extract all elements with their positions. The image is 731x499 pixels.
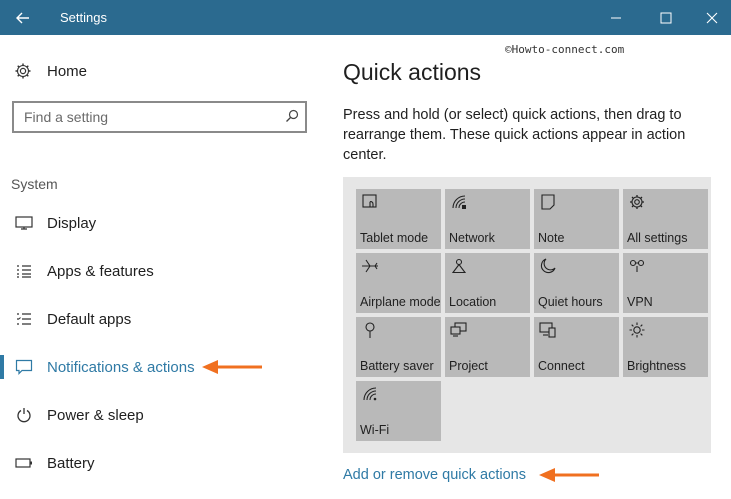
annotation-arrow — [202, 360, 262, 374]
quick-action-tile-network[interactable]: Network — [445, 189, 530, 249]
project-icon — [450, 322, 467, 337]
tile-label: Note — [538, 231, 565, 245]
tile-label: Connect — [538, 359, 585, 373]
search-box[interactable] — [12, 101, 307, 133]
gear-icon — [630, 195, 644, 209]
home-link[interactable]: Home — [14, 62, 87, 80]
battery-saver-icon — [365, 322, 375, 338]
quick-action-tile-project[interactable]: Project — [445, 317, 530, 377]
tile-label: VPN — [627, 295, 653, 309]
tile-label: Location — [449, 295, 497, 309]
quick-action-tile-location[interactable]: Location — [445, 253, 530, 313]
monitor-icon — [14, 215, 34, 231]
brightness-icon — [629, 322, 645, 338]
vpn-icon — [629, 259, 645, 272]
quick-actions-panel: Tablet mode Network Note All settings Ai… — [343, 177, 711, 453]
tile-label: Project — [449, 359, 488, 373]
network-icon — [452, 195, 466, 209]
quick-action-tile-vpn[interactable]: VPN — [623, 253, 708, 313]
minimize-icon — [611, 17, 621, 18]
tile-label: Battery saver — [360, 359, 434, 373]
location-icon — [451, 258, 467, 274]
sidebar-item-battery[interactable]: Battery — [0, 443, 320, 483]
search-input[interactable] — [14, 103, 269, 131]
tile-label: Brightness — [627, 359, 687, 373]
moon-icon — [540, 258, 556, 274]
sidebar-item-label: Display — [47, 214, 97, 232]
battery-icon — [14, 457, 34, 469]
minimize-button[interactable] — [593, 0, 639, 35]
close-icon — [706, 12, 718, 23]
quick-action-tile-airplane-mode[interactable]: Airplane mode — [356, 253, 441, 313]
add-remove-quick-actions-link[interactable]: Add or remove quick actions — [343, 467, 526, 483]
main-content: Quick actions Press and hold (or select)… — [343, 35, 731, 499]
sidebar-item-apps-features[interactable]: Apps & features — [0, 251, 320, 291]
airplane-icon — [362, 259, 378, 273]
back-arrow-icon — [16, 12, 29, 23]
quick-action-tile-wifi[interactable]: Wi-Fi — [356, 381, 441, 441]
maximize-icon — [660, 12, 672, 23]
annotation-arrow — [539, 468, 599, 482]
tile-label: Tablet mode — [360, 231, 429, 245]
sidebar-item-default-apps[interactable]: Default apps — [0, 299, 320, 339]
connect-icon — [539, 322, 556, 338]
active-indicator — [0, 355, 4, 379]
list-icon — [14, 263, 34, 279]
close-button[interactable] — [689, 0, 731, 35]
quick-action-tile-note[interactable]: Note — [534, 189, 619, 249]
power-icon — [14, 407, 34, 423]
quick-action-tile-all-settings[interactable]: All settings — [623, 189, 708, 249]
page-title: Quick actions — [343, 59, 482, 85]
title-bar: Settings — [0, 0, 731, 35]
quick-action-tile-quiet-hours[interactable]: Quiet hours — [534, 253, 619, 313]
wifi-icon — [363, 387, 377, 401]
sidebar: Home System Display Apps & features Defa… — [0, 35, 325, 499]
search-icon[interactable] — [285, 109, 299, 123]
sidebar-item-label: Battery — [47, 454, 95, 472]
sidebar-item-label: Notifications & actions — [47, 358, 195, 376]
sidebar-item-label: Apps & features — [47, 262, 154, 280]
tile-label: All settings — [627, 231, 688, 245]
sidebar-item-power-sleep[interactable]: Power & sleep — [0, 395, 320, 435]
quick-action-tile-brightness[interactable]: Brightness — [623, 317, 708, 377]
window-title: Settings — [60, 10, 107, 25]
maximize-button[interactable] — [643, 0, 689, 35]
home-label: Home — [47, 62, 88, 80]
notification-icon — [14, 359, 34, 375]
tile-label: Network — [449, 231, 495, 245]
back-button[interactable] — [0, 0, 46, 35]
quick-action-tile-battery-saver[interactable]: Battery saver — [356, 317, 441, 377]
tablet-mode-icon — [362, 194, 377, 208]
sidebar-item-notifications-actions[interactable]: Notifications & actions — [0, 347, 320, 387]
quick-action-tile-tablet-mode[interactable]: Tablet mode — [356, 189, 441, 249]
description: Press and hold (or select) quick actions… — [343, 107, 686, 163]
group-label-system: System — [11, 176, 58, 192]
note-icon — [541, 194, 555, 210]
quick-action-tile-connect[interactable]: Connect — [534, 317, 619, 377]
tile-label: Quiet hours — [538, 295, 603, 309]
default-apps-icon — [14, 311, 34, 327]
sidebar-item-label: Default apps — [47, 310, 132, 328]
sidebar-item-label: Power & sleep — [47, 406, 144, 424]
tile-label: Wi-Fi — [360, 423, 390, 437]
gear-icon — [15, 63, 31, 79]
sidebar-item-display[interactable]: Display — [0, 203, 320, 243]
tile-label: Airplane mode — [360, 295, 441, 309]
